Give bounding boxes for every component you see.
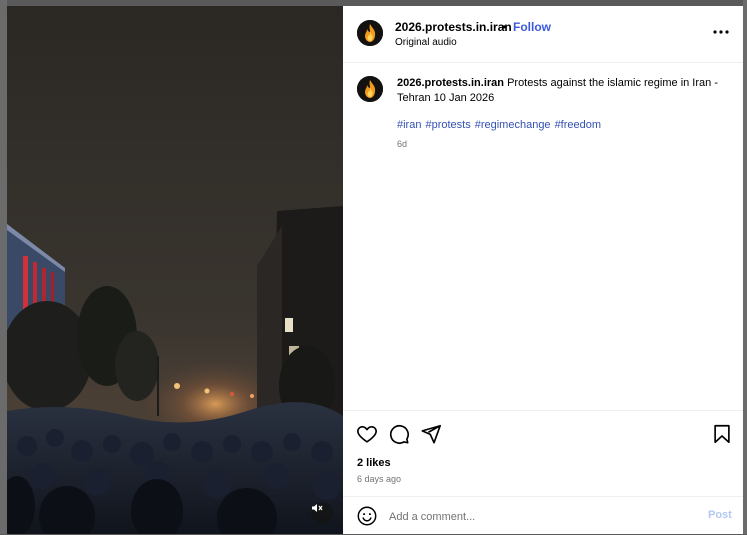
- like-button[interactable]: [356, 423, 378, 445]
- emoji-face-icon: [357, 506, 377, 526]
- page-backdrop-right: [743, 0, 747, 534]
- heart-icon: [357, 426, 377, 443]
- paper-plane-icon: [421, 424, 441, 444]
- caption-author-avatar[interactable]: [357, 76, 383, 102]
- flame-avatar-icon: [357, 20, 383, 46]
- emoji-button[interactable]: [356, 505, 378, 527]
- hashtag-list: #iran #protests #regimechange #freedom: [397, 119, 605, 131]
- post-header: 2026.protests.in.iran • Follow Original …: [343, 6, 743, 63]
- bookmark-icon: [714, 424, 730, 444]
- comment-composer: Post: [343, 496, 743, 535]
- follow-button[interactable]: Follow: [513, 20, 551, 34]
- post-actions: 2 likes 6 days ago: [343, 410, 743, 501]
- post-side-panel: 2026.protests.in.iran • Follow Original …: [343, 6, 743, 534]
- share-button[interactable]: [420, 423, 442, 445]
- more-options-icon: [713, 30, 729, 34]
- separator-dot: •: [502, 20, 507, 34]
- more-options-button[interactable]: [711, 25, 731, 39]
- caption-age[interactable]: 6d: [397, 139, 407, 149]
- post-timestamp[interactable]: 6 days ago: [357, 474, 401, 484]
- comment-input[interactable]: [387, 506, 691, 528]
- caption-username[interactable]: 2026.protests.in.iran: [397, 77, 504, 89]
- author-username[interactable]: 2026.protests.in.iran: [395, 20, 512, 34]
- author-avatar[interactable]: [357, 20, 383, 46]
- comment-button[interactable]: [388, 423, 410, 445]
- post-comment-button[interactable]: Post: [708, 509, 732, 521]
- audio-label[interactable]: Original audio: [395, 37, 457, 48]
- mute-button[interactable]: [311, 502, 333, 524]
- post-video[interactable]: [7, 6, 343, 534]
- comment-bubble-icon: [389, 424, 409, 444]
- save-button[interactable]: [711, 423, 733, 445]
- hashtag-link[interactable]: #iran: [397, 119, 421, 131]
- hashtag-link[interactable]: #regimechange: [475, 119, 551, 131]
- flame-avatar-icon: [357, 76, 383, 102]
- post-caption: 2026.protests.in.iran Protests against t…: [397, 76, 727, 106]
- protest-night-street-scene: [7, 6, 343, 534]
- hashtag-link[interactable]: #protests: [425, 119, 470, 131]
- page-backdrop-left: [0, 0, 7, 534]
- hashtag-link[interactable]: #freedom: [555, 119, 601, 131]
- likes-count[interactable]: 2 likes: [357, 457, 391, 469]
